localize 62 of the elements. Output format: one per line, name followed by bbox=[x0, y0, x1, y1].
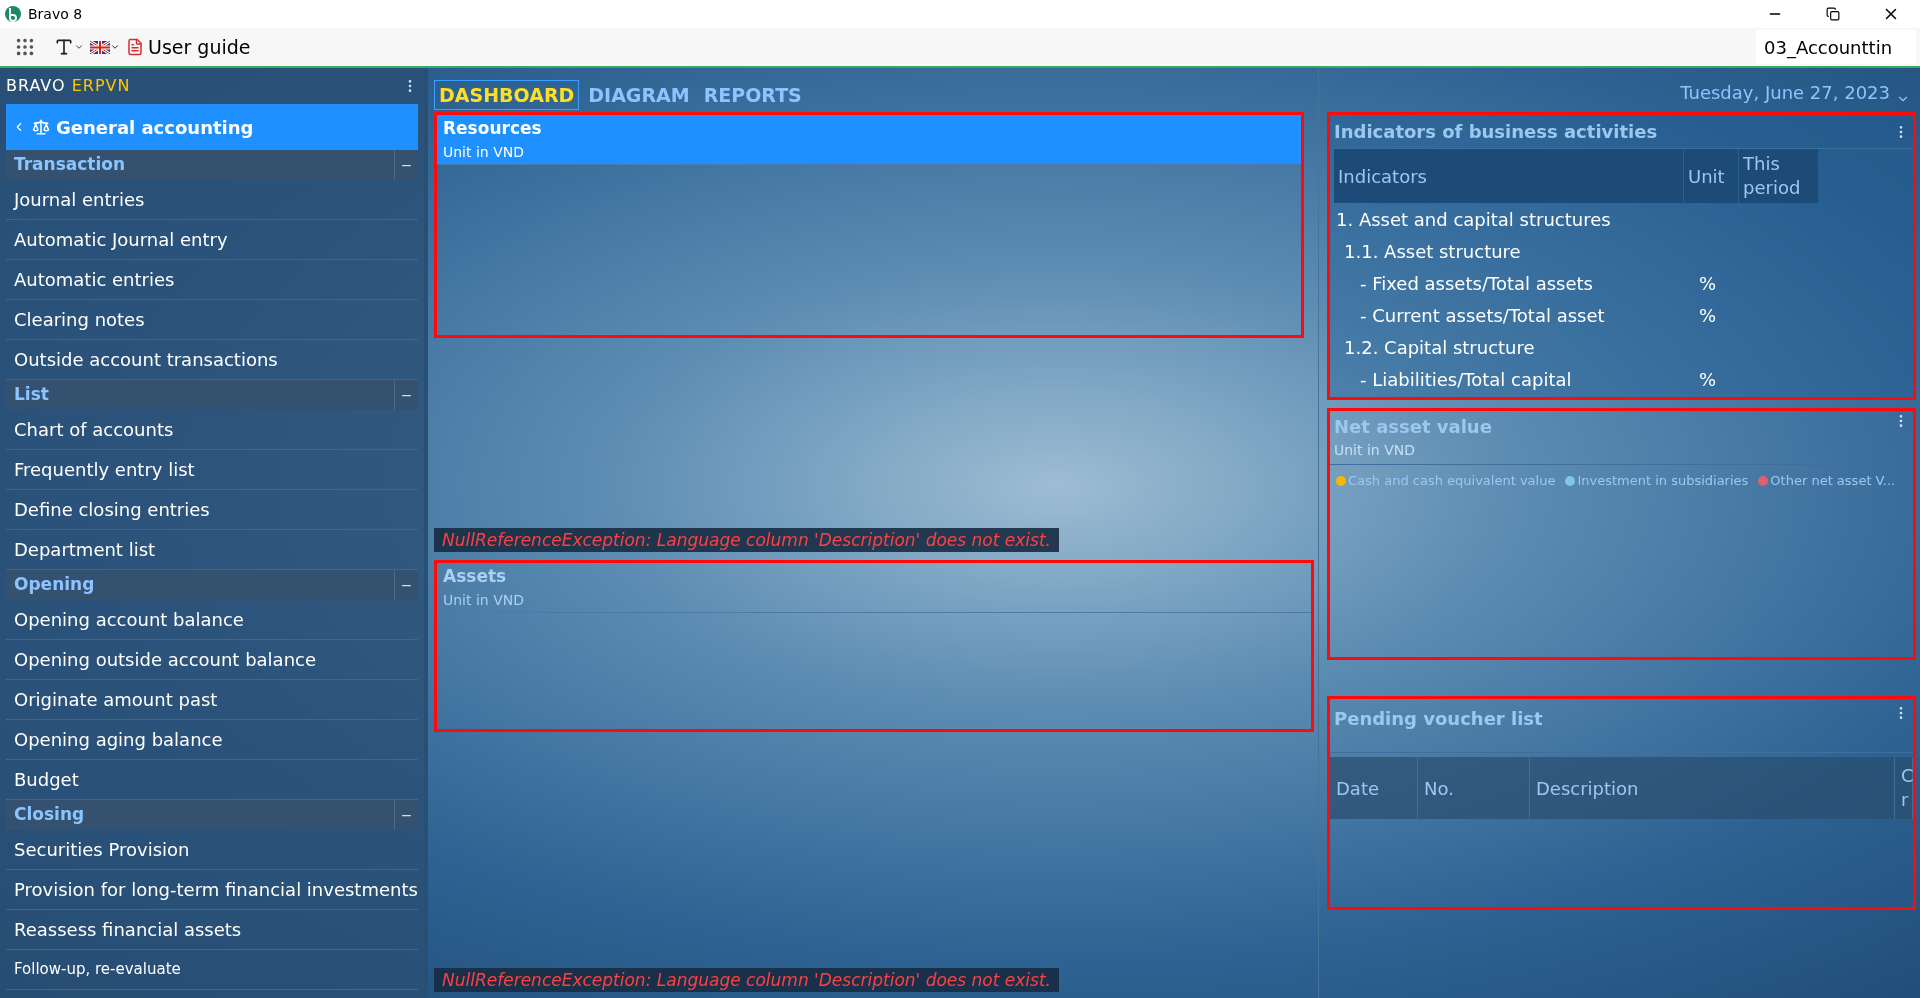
menu-item[interactable]: Automatic Journal entry bbox=[6, 220, 418, 260]
menu-item[interactable]: Provision for long-term financial investments bbox=[6, 870, 418, 910]
menu-item[interactable]: Journal entries bbox=[6, 180, 418, 220]
column-header: This period bbox=[1739, 149, 1819, 203]
column-header: Description bbox=[1530, 757, 1895, 819]
section-title: Opening bbox=[14, 573, 95, 597]
menu-item[interactable]: Frequently entry list bbox=[6, 450, 418, 490]
window-title: Bravo 8 bbox=[28, 4, 83, 24]
table-cell-text: % bbox=[1697, 271, 1718, 296]
table-cell-text: - Liabilities/Total capital bbox=[1359, 367, 1573, 392]
menu-item[interactable]: Clearing notes bbox=[6, 300, 418, 340]
apps-grid-icon[interactable] bbox=[14, 36, 36, 58]
menu-item[interactable]: Opening outside account balance bbox=[6, 640, 418, 680]
error-message: NullReferenceException: Language column 'Description' does not exist. bbox=[434, 968, 1059, 992]
collapse-toggle[interactable]: − bbox=[394, 570, 418, 600]
column-header: No. bbox=[1418, 757, 1530, 819]
collapse-toggle[interactable]: − bbox=[394, 150, 418, 180]
section-title: List bbox=[14, 383, 49, 407]
error-message: NullReferenceException: Language column 'Description' does not exist. bbox=[434, 528, 1059, 552]
menu-item[interactable]: Securities Provision bbox=[6, 830, 418, 870]
table-cell-text: % bbox=[1697, 367, 1718, 392]
scale-icon bbox=[32, 118, 50, 136]
menu-item[interactable]: Reassess financial assets bbox=[6, 910, 418, 950]
column-header: Unit bbox=[1684, 149, 1739, 203]
panel-title: Assets bbox=[443, 565, 508, 589]
menu-item[interactable]: Opening account balance bbox=[6, 600, 418, 640]
date-label: Tuesday, June 27, 2023 bbox=[1680, 81, 1890, 105]
collapse-toggle[interactable]: − bbox=[394, 380, 418, 410]
app-logo-icon bbox=[4, 5, 22, 23]
column-header: Indicators bbox=[1334, 149, 1684, 203]
table-cell-text: 1.2. Capital structure bbox=[1343, 335, 1536, 360]
unit-label: Unit in VND bbox=[443, 590, 525, 610]
column-header: C r bbox=[1895, 757, 1913, 819]
panel-title: Indicators of business activities bbox=[1334, 120, 1658, 144]
legend-label: Investment in subsidiaries bbox=[1577, 472, 1749, 490]
menu-item[interactable]: Opening aging balance bbox=[6, 720, 418, 760]
section-title: Transaction bbox=[14, 153, 126, 177]
brand-logo: BRAVO ERPVN bbox=[6, 75, 131, 97]
menu-item[interactable]: Define closing entries bbox=[6, 490, 418, 530]
table-cell-text: - Current assets/Total asset bbox=[1359, 303, 1606, 328]
table-cell-text: - Fixed assets/Total assets bbox=[1359, 271, 1594, 296]
menu-item[interactable]: Follow-up, re-evaluate bbox=[6, 950, 418, 990]
section-title: Closing bbox=[14, 803, 85, 827]
table-cell-text: 1. Asset and capital structures bbox=[1335, 207, 1612, 232]
menu-item[interactable]: Originate amount past bbox=[6, 680, 418, 720]
flag-icon[interactable] bbox=[90, 40, 120, 54]
collapse-toggle[interactable]: − bbox=[394, 800, 418, 830]
column-header: Date bbox=[1330, 757, 1418, 819]
font-icon[interactable] bbox=[54, 37, 84, 57]
menu-item[interactable]: Chart of accounts bbox=[6, 410, 418, 450]
tab[interactable]: DASHBOARD bbox=[434, 80, 580, 110]
table-cell-text: 1.1. Asset structure bbox=[1343, 239, 1522, 264]
menu-item[interactable]: Automatic entries bbox=[6, 260, 418, 300]
panel-title: Pending voucher list bbox=[1334, 707, 1543, 731]
pdf-icon bbox=[126, 38, 144, 56]
company-dropdown[interactable]: 03_Accounttin bbox=[1756, 30, 1916, 64]
unit-label: Unit in VND bbox=[443, 142, 525, 162]
table-cell-text: % bbox=[1697, 303, 1718, 328]
user-guide-button[interactable]: User guide bbox=[148, 32, 251, 62]
legend-label: Other net asset V... bbox=[1770, 472, 1896, 490]
unit-label: Unit in VND bbox=[1334, 441, 1416, 460]
panel-title: Resources bbox=[443, 117, 543, 141]
